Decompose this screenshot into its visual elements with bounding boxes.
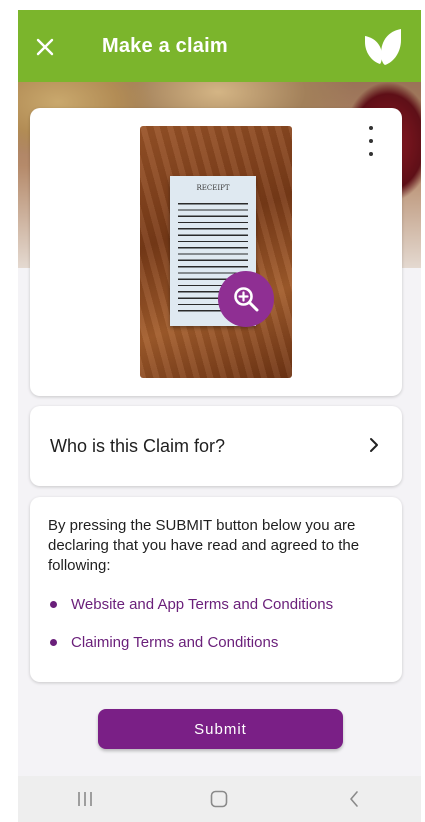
- receipt-photo[interactable]: RECEIPT: [140, 126, 292, 378]
- app-bar: Make a claim: [18, 10, 421, 82]
- home-icon[interactable]: [189, 779, 249, 819]
- zoom-in-icon[interactable]: [218, 271, 274, 327]
- submit-button[interactable]: Submit: [98, 709, 343, 749]
- page-title: Make a claim: [102, 35, 228, 57]
- bullet-icon: [50, 601, 57, 608]
- receipt-paper: RECEIPT: [170, 176, 274, 327]
- terms-declaration: By pressing the SUBMIT button below you …: [48, 517, 360, 574]
- receipt-card: RECEIPT: [30, 108, 402, 396]
- back-icon[interactable]: [324, 779, 384, 819]
- leaf-logo-icon: [365, 29, 401, 65]
- claiming-terms-link[interactable]: Claiming Terms and Conditions: [50, 634, 278, 651]
- app-screen: Make a claim RECEIPT Who is this Claim f…: [18, 10, 421, 822]
- terms-card: By pressing the SUBMIT button below you …: [30, 497, 402, 682]
- bullet-icon: [50, 639, 57, 646]
- claiming-terms-label: Claiming Terms and Conditions: [71, 634, 279, 651]
- website-app-terms-link[interactable]: Website and App Terms and Conditions: [50, 596, 333, 613]
- who-is-claim-for-label: Who is this Claim for?: [50, 436, 226, 456]
- close-icon[interactable]: [32, 34, 58, 60]
- system-nav-bar: [18, 776, 421, 822]
- who-is-claim-for-button[interactable]: Who is this Claim for?: [30, 406, 402, 486]
- chevron-right-icon: [370, 438, 378, 452]
- more-vertical-icon[interactable]: [362, 126, 380, 156]
- receipt-title: RECEIPT: [196, 184, 230, 192]
- recents-icon[interactable]: [55, 779, 115, 819]
- website-app-terms-label: Website and App Terms and Conditions: [71, 596, 334, 613]
